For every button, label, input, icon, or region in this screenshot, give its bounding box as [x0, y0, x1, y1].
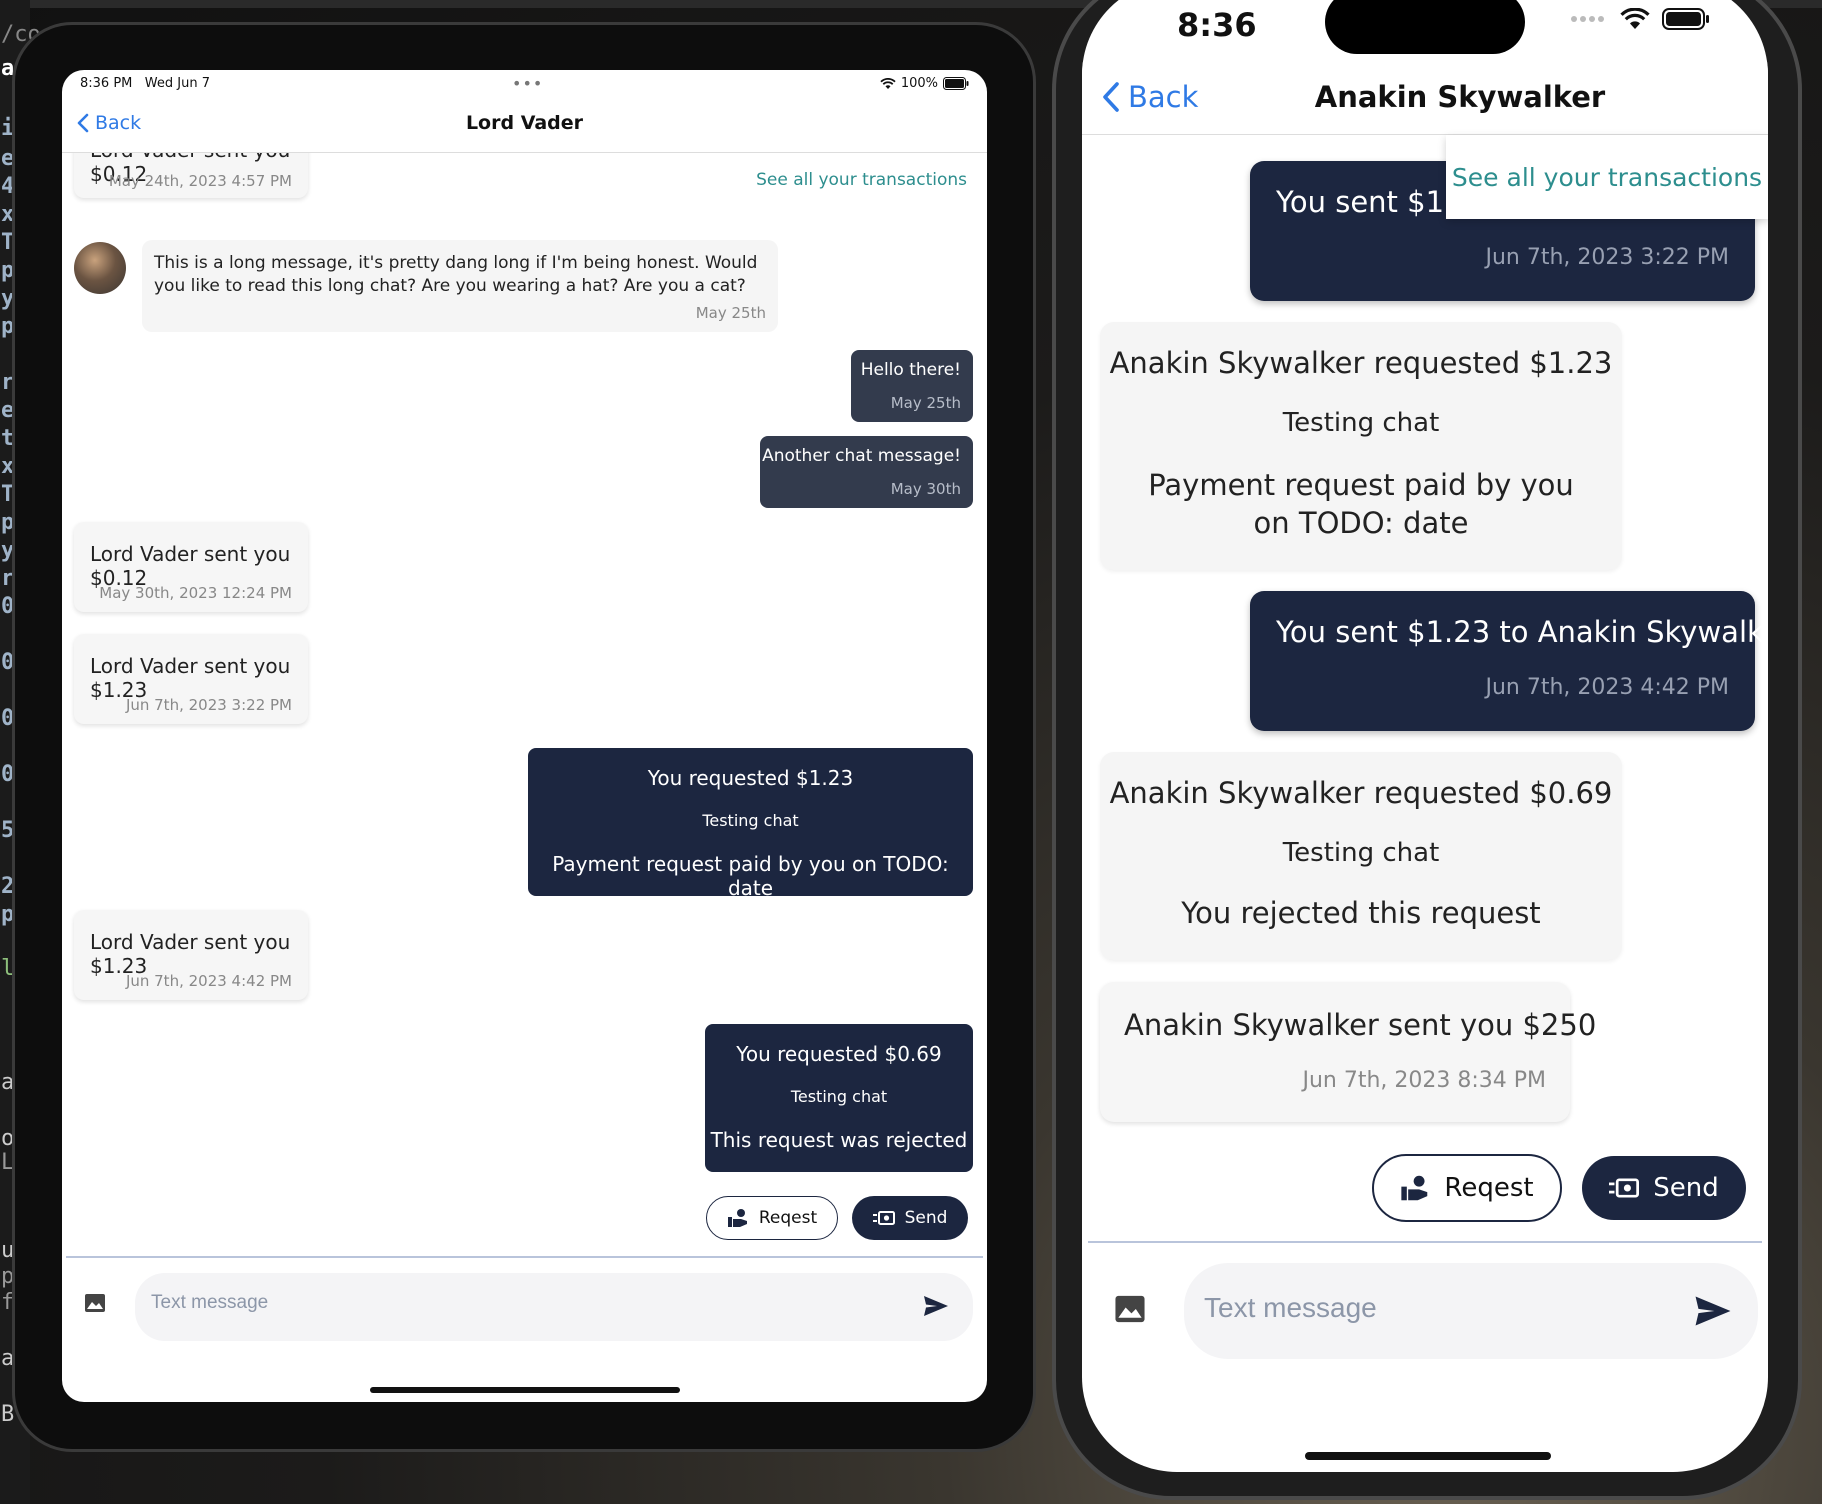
- message-date: May 25th: [695, 304, 766, 322]
- transaction-card-outgoing[interactable]: You sent $1.23 to Anakin Skywalker Jun 7…: [1250, 591, 1768, 731]
- iphone-screen: 8:36 Back Anakin Skywalker See all your …: [1082, 0, 1768, 1472]
- image-attach-icon[interactable]: [84, 1293, 106, 1313]
- payment-request-card[interactable]: You requested $0.69 Testing chat This re…: [705, 1024, 973, 1172]
- composer-divider: [66, 1256, 983, 1258]
- transaction-date: Jun 7th, 2023 3:22 PM: [1485, 245, 1729, 270]
- battery-icon: [1662, 8, 1709, 30]
- chat-message-outgoing[interactable]: Hello there! May 25th: [851, 350, 973, 422]
- payment-request-card[interactable]: Anakin Skywalker requested $0.69 Testing…: [1100, 752, 1622, 960]
- transaction-card[interactable]: Lord Vader sent you $0.12 May 30th, 2023…: [74, 522, 308, 612]
- home-indicator: [1305, 1452, 1551, 1460]
- home-indicator: [370, 1387, 680, 1393]
- request-label: Reqest: [758, 1208, 818, 1228]
- send-button[interactable]: Send: [852, 1196, 968, 1240]
- request-button[interactable]: Reqest: [706, 1196, 838, 1240]
- message-date: May 25th: [890, 394, 961, 412]
- request-button[interactable]: Reqest: [1372, 1154, 1562, 1222]
- cash-icon: [1609, 1178, 1640, 1198]
- request-note: Testing chat: [790, 1087, 888, 1106]
- status-time: 8:36: [1177, 6, 1257, 44]
- transaction-text: Lord Vader sent you $0.12: [90, 542, 291, 590]
- transaction-date: Jun 7th, 2023 3:22 PM: [125, 696, 292, 714]
- request-label: Reqest: [1444, 1173, 1534, 1203]
- request-status: Payment request paid by you on TODO: dat…: [1148, 468, 1574, 540]
- send-arrow-icon[interactable]: [1694, 1295, 1732, 1327]
- see-all-transactions-link[interactable]: See all your transactions: [1446, 135, 1768, 219]
- dynamic-island: [1325, 0, 1525, 54]
- message-input[interactable]: [1202, 1291, 1646, 1325]
- hand-money-icon: [727, 1209, 747, 1227]
- nav-bar: Back Anakin Skywalker: [1082, 62, 1768, 135]
- transaction-card[interactable]: Lord Vader sent you $1.23 Jun 7th, 2023 …: [74, 910, 308, 1000]
- wifi-icon: [1620, 8, 1650, 29]
- composer-divider: [1088, 1241, 1762, 1243]
- transaction-date: Jun 7th, 2023 4:42 PM: [1485, 675, 1729, 700]
- send-label: Send: [1653, 1173, 1719, 1203]
- battery-percent: 100%: [900, 76, 938, 91]
- transaction-card[interactable]: Anakin Skywalker sent you $250 Jun 7th, …: [1100, 982, 1596, 1122]
- request-note: Testing chat: [1282, 408, 1440, 438]
- hand-money-icon: [1401, 1175, 1428, 1201]
- message-text: This is a long message, it's pretty dang…: [154, 253, 758, 296]
- transaction-date: May 30th, 2023 12:24 PM: [99, 584, 292, 602]
- transaction-text: You sent $1.23 to Anakin Skywalker: [1276, 615, 1768, 649]
- transaction-date: Jun 7th, 2023 4:42 PM: [125, 972, 292, 990]
- ipad-screen: 8:36 PM Wed Jun 7 ••• 100% Back Lord Vad…: [62, 70, 987, 1402]
- message-input[interactable]: [149, 1291, 853, 1315]
- request-status: Payment request paid by you on TODO: dat…: [552, 852, 949, 900]
- message-text: Another chat message!: [762, 446, 961, 466]
- image-attach-icon[interactable]: [1114, 1294, 1146, 1324]
- message-composer: [135, 1273, 973, 1341]
- battery-icon: [943, 77, 969, 90]
- request-status: You rejected this request: [1181, 896, 1541, 930]
- page-title: Lord Vader: [465, 112, 584, 134]
- request-title: Anakin Skywalker requested $1.23: [1109, 346, 1613, 380]
- status-right: 100%: [880, 76, 969, 91]
- request-note: Testing chat: [702, 811, 799, 830]
- transaction-text: Lord Vader sent you $1.23: [90, 654, 291, 702]
- transaction-text: Anakin Skywalker sent you $250: [1124, 1008, 1597, 1042]
- status-date: Wed Jun 7: [144, 76, 210, 91]
- cellular-signal-icon: [1571, 16, 1604, 22]
- payment-request-card[interactable]: You requested $1.23 Testing chat Payment…: [528, 748, 973, 900]
- request-title: You requested $0.69: [736, 1042, 942, 1066]
- chat-message-outgoing[interactable]: Another chat message! May 30th: [760, 436, 973, 508]
- avatar[interactable]: [74, 242, 126, 294]
- page-title: Anakin Skywalker: [1314, 80, 1606, 114]
- status-time: 8:36 PM Wed Jun 7: [80, 76, 210, 91]
- cash-icon: [872, 1211, 895, 1225]
- transaction-date: Jun 7th, 2023 8:34 PM: [1302, 1068, 1546, 1093]
- wifi-icon: [880, 77, 896, 89]
- status-right: [1570, 8, 1710, 30]
- chat-message-incoming[interactable]: This is a long message, it's pretty dang…: [142, 240, 778, 332]
- message-text: Hello there!: [860, 360, 961, 380]
- request-title: You requested $1.23: [647, 766, 854, 790]
- request-status: This request was rejected: [710, 1128, 968, 1152]
- transaction-text: Lord Vader sent you $1.23: [90, 930, 291, 978]
- request-note: Testing chat: [1282, 838, 1440, 868]
- multitasking-dots-icon[interactable]: •••: [512, 74, 543, 93]
- transaction-date: May 24th, 2023 4:57 PM: [108, 172, 292, 190]
- send-arrow-icon[interactable]: [923, 1295, 949, 1317]
- terminal-char: B: [1, 1402, 15, 1427]
- message-date: May 30th: [890, 480, 961, 498]
- message-composer: [1184, 1263, 1758, 1359]
- send-button[interactable]: Send: [1582, 1156, 1746, 1220]
- request-title: Anakin Skywalker requested $0.69: [1109, 776, 1613, 810]
- payment-request-card[interactable]: Anakin Skywalker requested $1.23 Testing…: [1100, 322, 1622, 570]
- nav-bar: Back Lord Vader: [62, 100, 987, 153]
- see-all-transactions-link[interactable]: See all your transactions: [756, 170, 967, 190]
- send-label: Send: [904, 1208, 948, 1228]
- transaction-card[interactable]: Lord Vader sent you $1.23 Jun 7th, 2023 …: [74, 634, 308, 724]
